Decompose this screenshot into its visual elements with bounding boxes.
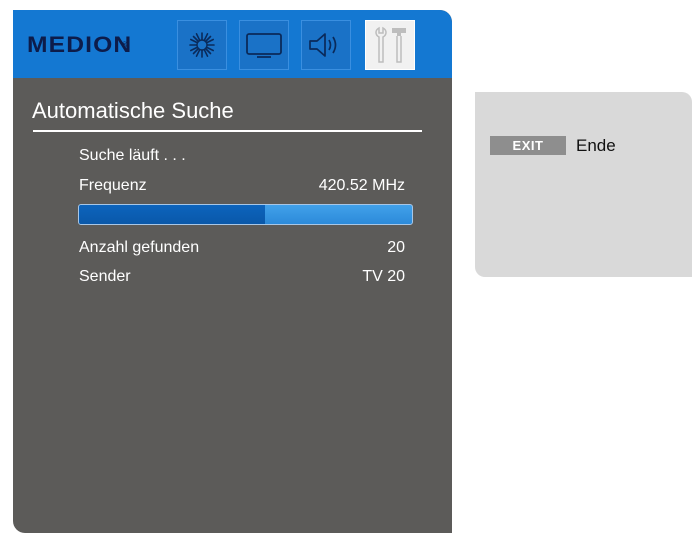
tab-sound[interactable]: [301, 20, 351, 70]
frequency-row: Frequenz 420.52 MHz: [79, 177, 405, 197]
frequency-label: Frequenz: [79, 177, 147, 194]
help-panel: EXIT Ende: [475, 92, 692, 277]
osd-menu-panel: MEDION ® Automatische Suche Suche läuft …: [13, 10, 452, 533]
search-status: Suche läuft . . .: [79, 147, 186, 164]
title-divider: [33, 130, 422, 132]
tv-icon: [246, 33, 282, 58]
page-title: Automatische Suche: [32, 98, 234, 123]
exit-description: Ende: [576, 136, 616, 155]
found-count-row: Anzahl gefunden 20: [79, 239, 405, 259]
search-progress-bar: [78, 204, 413, 225]
search-status-row: Suche läuft . . .: [79, 147, 405, 167]
channel-value: TV 20: [362, 268, 405, 285]
channel-row: Sender TV 20: [79, 268, 405, 288]
frequency-value: 420.52 MHz: [318, 177, 405, 194]
channel-label: Sender: [79, 268, 131, 285]
found-count-label: Anzahl gefunden: [79, 239, 200, 256]
found-count-value: 20: [387, 239, 405, 256]
speaker-icon: [309, 33, 337, 57]
search-progress-fill: [79, 205, 266, 224]
brightness-icon: [189, 32, 215, 58]
tab-picture[interactable]: [177, 20, 227, 70]
tools-icon: [375, 26, 406, 63]
medion-logo: MEDION ®: [27, 32, 131, 57]
tab-tools[interactable]: [365, 20, 415, 70]
logo-text: MEDION: [27, 32, 133, 57]
osd-header: MEDION ®: [13, 10, 452, 78]
tab-tv[interactable]: [239, 20, 289, 70]
exit-button[interactable]: EXIT: [490, 136, 566, 155]
